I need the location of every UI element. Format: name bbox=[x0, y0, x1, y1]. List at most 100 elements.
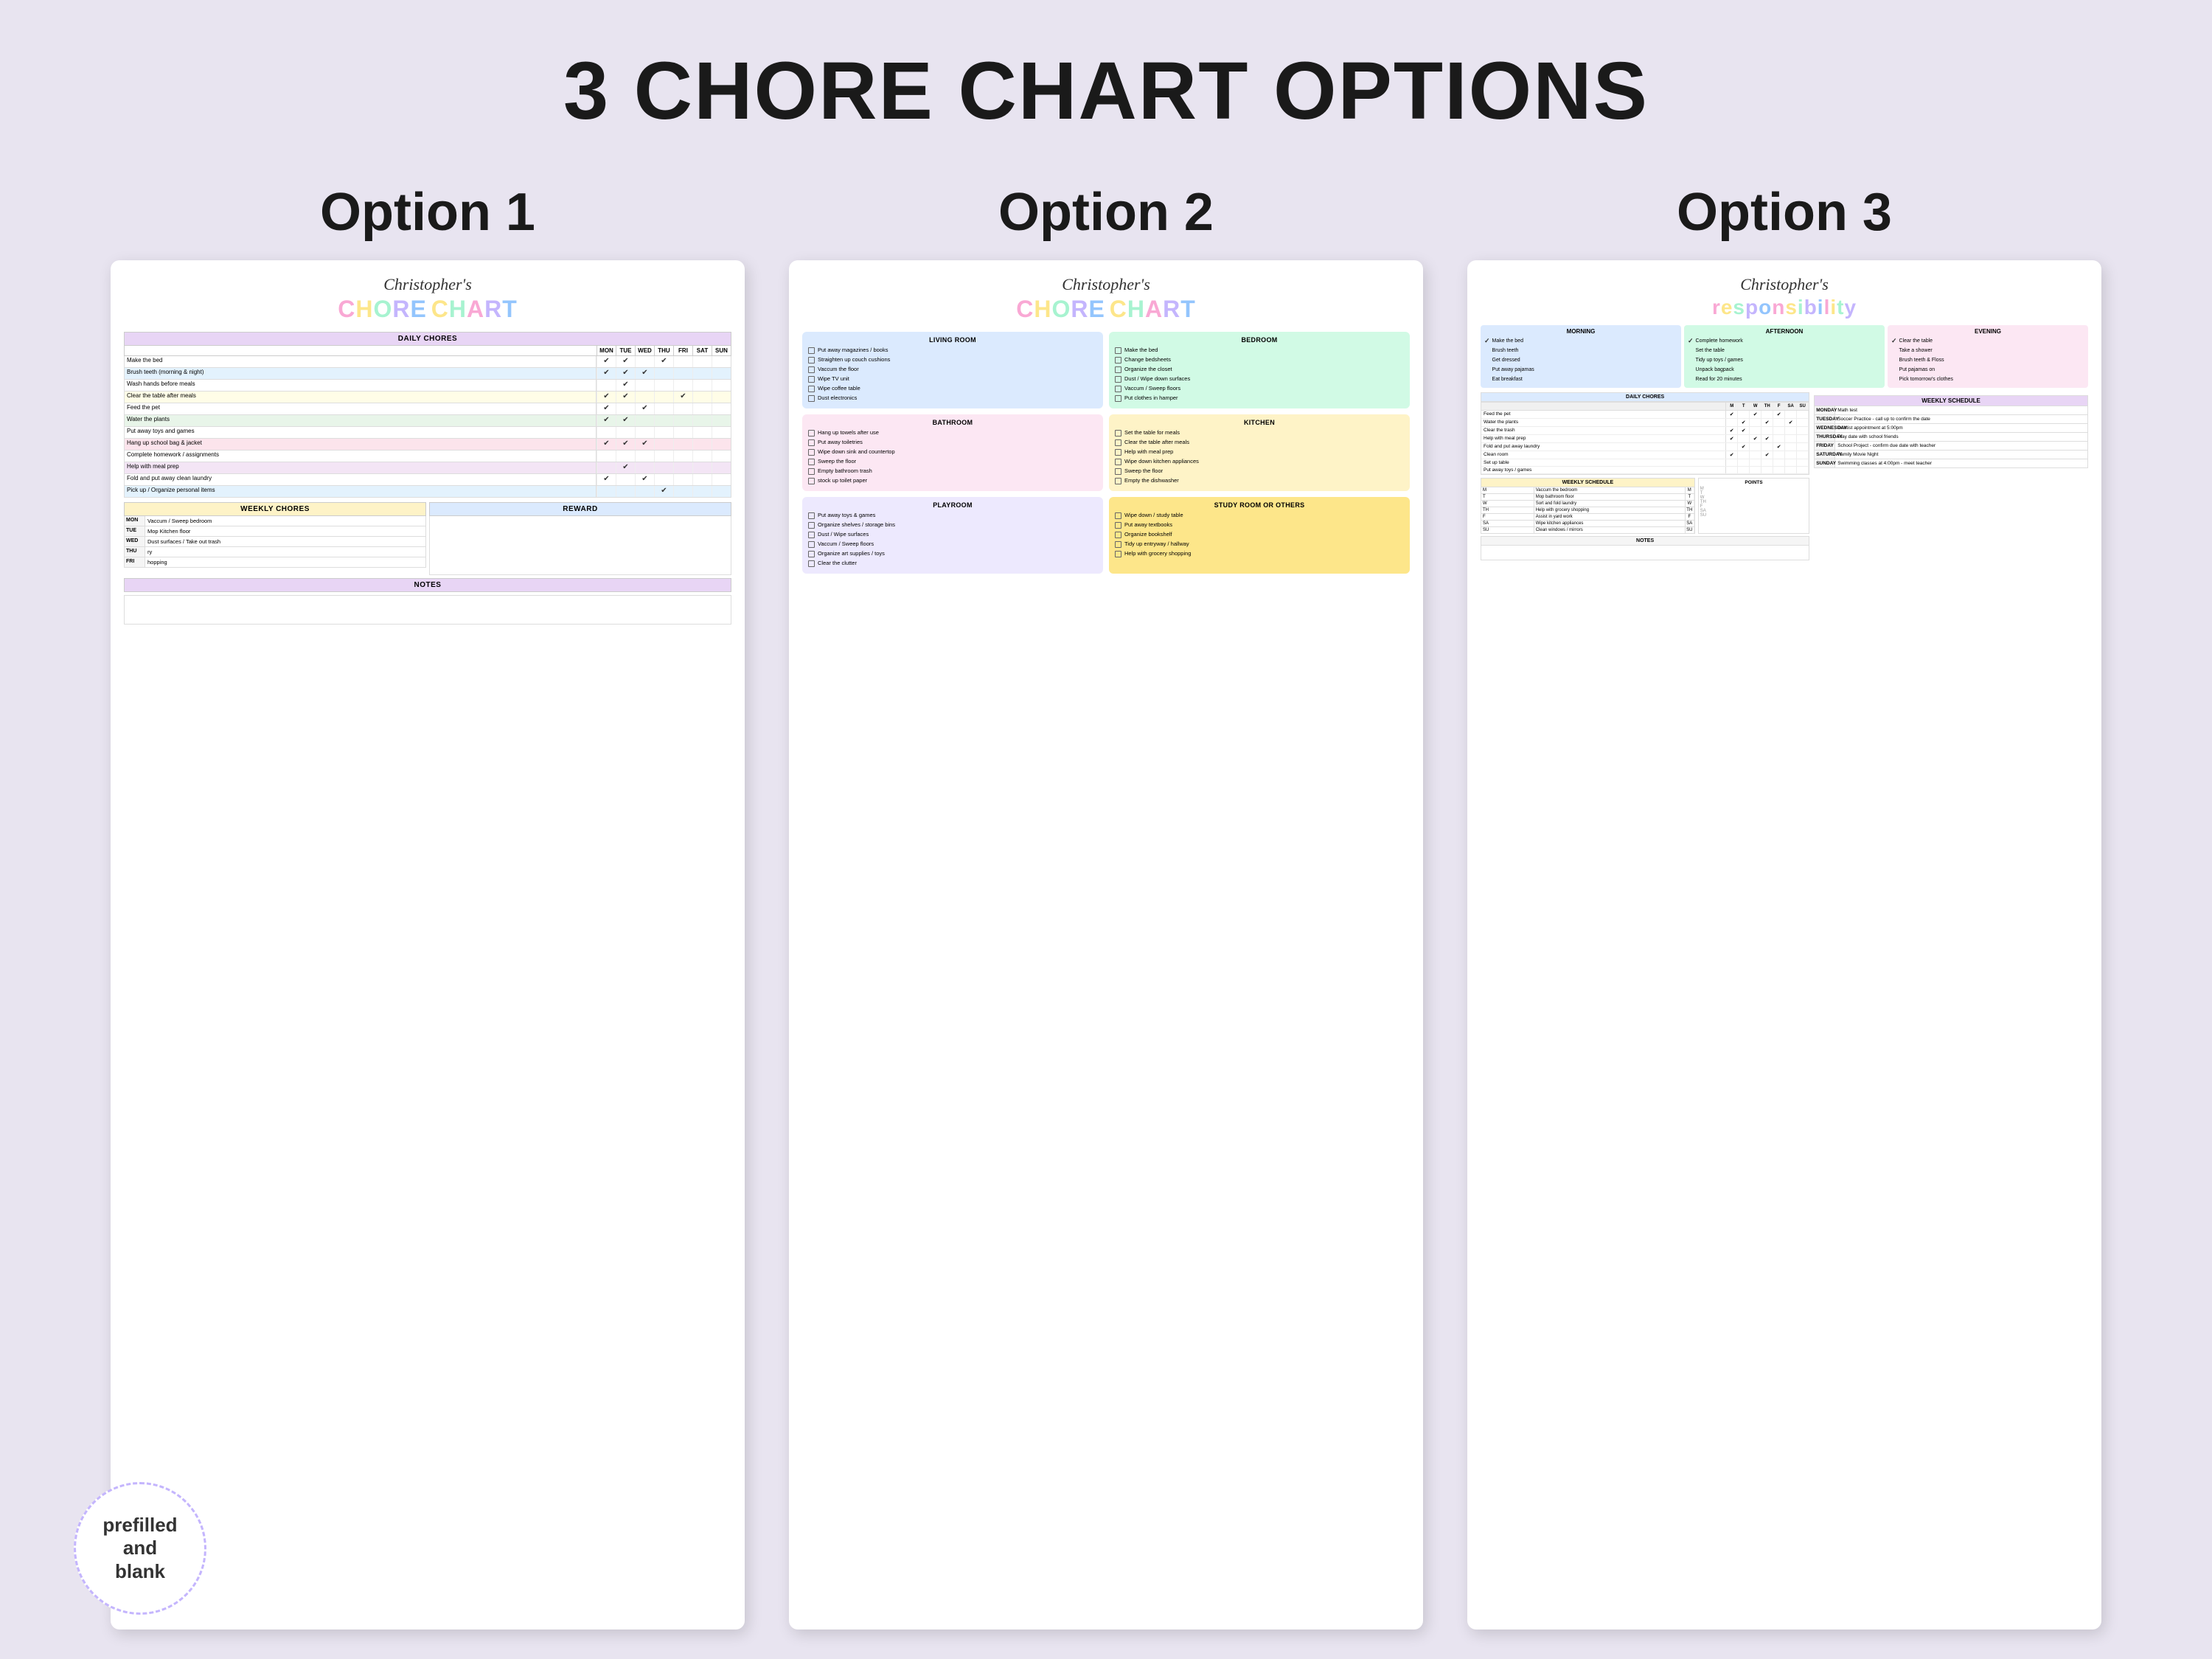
opt3-bottom: DAILY CHORES MTWTHFSASU Feed the pet ✔✔✔… bbox=[1481, 392, 2088, 560]
option3-chart-title: responsibility bbox=[1481, 296, 2088, 319]
table-row: Help with meal prep ✔ bbox=[124, 462, 731, 474]
list-item: ✓Brush teeth bbox=[1484, 347, 1677, 355]
list-item: Organize bookshelf bbox=[1115, 531, 1404, 538]
option3-person-name: Christopher's bbox=[1481, 275, 2088, 294]
bathroom-title: BATHROOM bbox=[808, 419, 1097, 426]
list-item: Put away toiletries bbox=[808, 439, 1097, 446]
list-item: Straighten up couch cushions bbox=[808, 356, 1097, 364]
table-row: MONVaccum / Sweep bedroom bbox=[124, 516, 426, 526]
afternoon-section: AFTERNOON ✓Complete homework ✓Set the ta… bbox=[1684, 325, 1885, 388]
weekly-header: WEEKLY CHORES bbox=[124, 502, 426, 516]
list-item: Set the table for meals bbox=[1115, 429, 1404, 437]
list-item: ✓Eat breakfast bbox=[1484, 375, 1677, 383]
table-row: FRIhopping bbox=[124, 557, 426, 568]
list-item: Clear the clutter bbox=[808, 560, 1097, 567]
list-item: Vaccum / Sweep floors bbox=[808, 540, 1097, 548]
list-item: Wipe down sink and countertop bbox=[808, 448, 1097, 456]
option-3-title: Option 3 bbox=[1677, 182, 1892, 243]
list-item: Tidy up entryway / hallway bbox=[1115, 540, 1404, 548]
evening-section: EVENING ✓Clear the table ✓Take a shower … bbox=[1888, 325, 2088, 388]
option-3-card: Christopher's responsibility MORNING ✓Ma… bbox=[1467, 260, 2101, 1630]
list-item: Put away magazines / books bbox=[808, 347, 1097, 354]
table-row: Pick up / Organize personal items ✔ bbox=[124, 486, 731, 498]
points-right: POINTS M T W TH F SA SU bbox=[1698, 478, 1809, 534]
list-item: Dust / Wipe surfaces bbox=[808, 531, 1097, 538]
list-item: Empty bathroom trash bbox=[808, 467, 1097, 475]
notes-header: NOTES bbox=[124, 578, 731, 592]
main-title: 3 CHORE CHART OPTIONS bbox=[563, 44, 1649, 138]
table-row: Clear the table after meals ✔✔✔ bbox=[124, 392, 731, 403]
table-row: Feed the pet ✔✔✔ bbox=[1481, 411, 1809, 419]
table-row: Complete homework / assignments bbox=[124, 451, 731, 462]
list-item: Make the bed bbox=[1115, 347, 1404, 354]
table-row: SU Clean windows / mirrors SU bbox=[1481, 527, 1695, 534]
option2-person-name: Christopher's bbox=[802, 275, 1410, 294]
daily-chores-header: DAILY CHORES bbox=[124, 332, 731, 346]
study-section: STUDY ROOM OR OTHERS Wipe down / study t… bbox=[1109, 497, 1410, 574]
list-item: ✓Clear the table bbox=[1891, 337, 2084, 345]
table-row: TUESDAY Soccer Practice - call up to con… bbox=[1814, 415, 2088, 424]
list-item: Dust / Wipe down surfaces bbox=[1115, 375, 1404, 383]
weekly-events-title: WEEKLY SCHEDULE bbox=[1814, 395, 2088, 406]
notes-area-3 bbox=[1481, 546, 1809, 560]
weekly-chores: WEEKLY CHORES MONVaccum / Sweep bedroom … bbox=[124, 502, 426, 575]
list-item: ✓Tidy up toys / games bbox=[1688, 356, 1881, 364]
list-item: ✓Set the table bbox=[1688, 347, 1881, 355]
table-row: WEDDust surfaces / Take out trash bbox=[124, 537, 426, 547]
list-item: ✓Brush teeth & Floss bbox=[1891, 356, 2084, 364]
table-row: Water the plants ✔✔ bbox=[124, 415, 731, 427]
list-item: ✓Complete homework bbox=[1688, 337, 1881, 345]
list-item: ✓Unpack bagpack bbox=[1688, 366, 1881, 374]
reward-block: REWARD bbox=[429, 502, 731, 575]
table-row: Wash hands before meals ✔ bbox=[124, 380, 731, 392]
table-row: W Sort and fold laundry W bbox=[1481, 501, 1695, 507]
list-item: ✓Pick tomorrow's clothes bbox=[1891, 375, 2084, 383]
table-row: SATURDAY Family Movie Night bbox=[1814, 451, 2088, 459]
list-item: Put away toys & games bbox=[808, 512, 1097, 519]
table-row: WEDNESDAY Dentist appointment at 5:00pm bbox=[1814, 424, 2088, 433]
list-item: Organize shelves / storage bins bbox=[808, 521, 1097, 529]
list-item: Sweep the floor bbox=[808, 458, 1097, 465]
option2-chart-title: CHORE CHART bbox=[802, 296, 1410, 323]
table-row: Feed the pet ✔✔ bbox=[124, 403, 731, 415]
list-item: ✓Put pajamas on bbox=[1891, 366, 2084, 374]
list-item: Help with grocery shopping bbox=[1115, 550, 1404, 557]
list-item: ✓Read for 20 minutes bbox=[1688, 375, 1881, 383]
list-item: Clear the table after meals bbox=[1115, 439, 1404, 446]
list-item: Vaccum the floor bbox=[808, 366, 1097, 373]
table-row: SA Wipe kitchen appliances SA bbox=[1481, 521, 1695, 527]
list-item: Wipe down kitchen appliances bbox=[1115, 458, 1404, 465]
list-item: Organize the closet bbox=[1115, 366, 1404, 373]
weekly-sched-title: WEEKLY SCHEDULE bbox=[1481, 478, 1695, 487]
table-row: Fold and put away laundry ✔✔ bbox=[1481, 443, 1809, 451]
list-item: Wipe TV unit bbox=[808, 375, 1097, 383]
weekly-section: WEEKLY CHORES MONVaccum / Sweep bedroom … bbox=[124, 502, 731, 575]
option-1-col: Option 1 Christopher's CHORE CHART DAILY… bbox=[111, 182, 745, 1630]
options-row: Option 1 Christopher's CHORE CHART DAILY… bbox=[59, 182, 2153, 1630]
morning-afternoon-evening: MORNING ✓Make the bed ✓Brush teeth ✓Get … bbox=[1481, 325, 2088, 388]
notes-title-3: NOTES bbox=[1481, 536, 1809, 546]
option1-person-name: Christopher's bbox=[124, 275, 731, 294]
table-row: Put away toys / games bbox=[1481, 467, 1809, 474]
points-section: WEEKLY SCHEDULE M Vaccum the bedroom M T… bbox=[1481, 478, 1809, 534]
bathroom-section: BATHROOM Hang up towels after use Put aw… bbox=[802, 414, 1103, 491]
study-title: STUDY ROOM OR OTHERS bbox=[1115, 501, 1404, 509]
list-item: Empty the dishwasher bbox=[1115, 477, 1404, 484]
list-item: Dust electronics bbox=[808, 394, 1097, 402]
option-3-col: Option 3 Christopher's responsibility MO… bbox=[1467, 182, 2101, 1630]
living-room-title: LIVING ROOM bbox=[808, 336, 1097, 344]
notes-box bbox=[124, 595, 731, 625]
table-row: FRIDAY School Project - confirm due date… bbox=[1814, 442, 2088, 451]
table-row: Set up table bbox=[1481, 459, 1809, 467]
daily-chores-title-3: DAILY CHORES bbox=[1481, 392, 1809, 402]
living-room-section: LIVING ROOM Put away magazines / books S… bbox=[802, 332, 1103, 408]
days-header: MON TUE WED THU FRI SAT SUN bbox=[124, 346, 731, 356]
daily-chores-grid: MTWTHFSASU Feed the pet ✔✔✔ Water the pl… bbox=[1481, 402, 1809, 475]
table-row: Help with meal prep ✔✔✔ bbox=[1481, 435, 1809, 443]
list-item: Put clothes in hamper bbox=[1115, 394, 1404, 402]
bedroom-title: BEDROOM bbox=[1115, 336, 1404, 344]
table-row: TH Help with grocery shopping TH bbox=[1481, 507, 1695, 514]
table-row: TUEMop Kitchen floor bbox=[124, 526, 426, 537]
list-item: Help with meal prep bbox=[1115, 448, 1404, 456]
playroom-title: PLAYROOM bbox=[808, 501, 1097, 509]
